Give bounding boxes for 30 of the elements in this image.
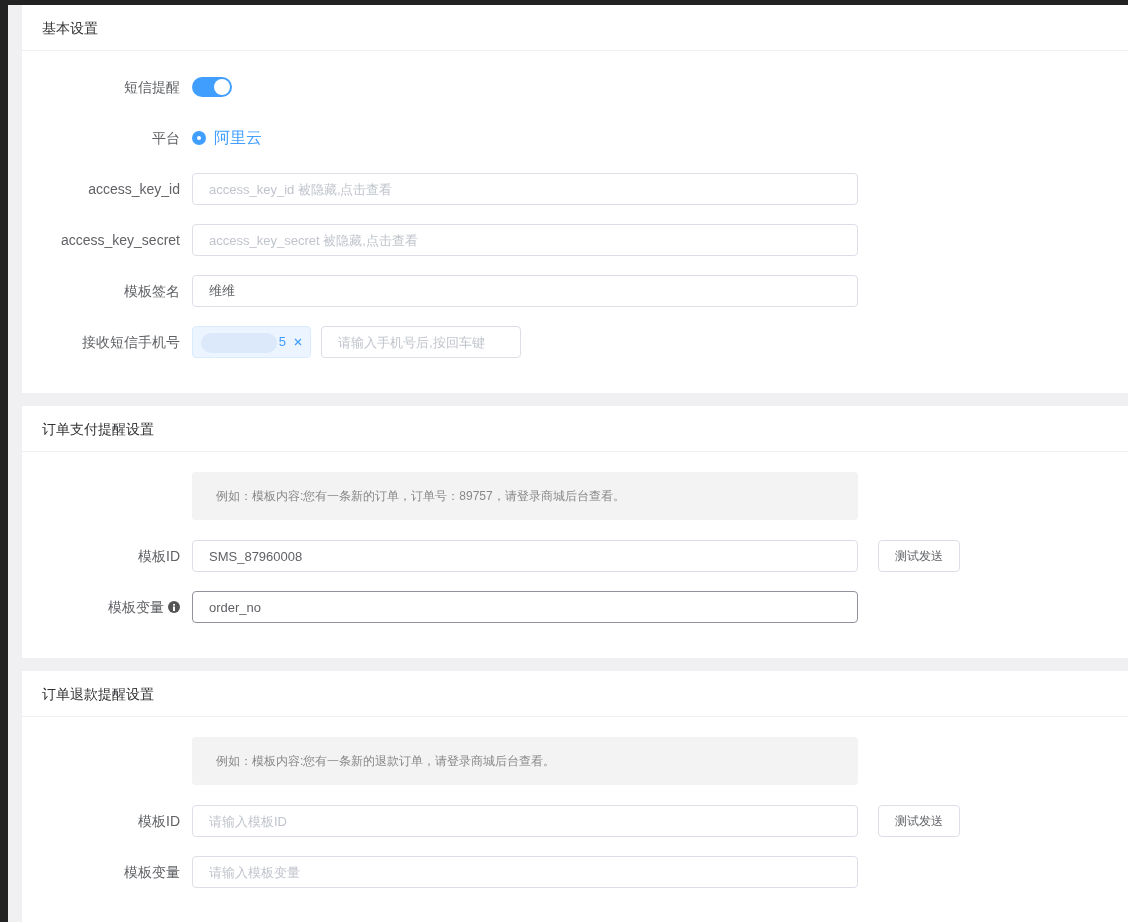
test-send-button[interactable]: 测试发送 bbox=[878, 540, 960, 572]
field-label: 短信提醒 bbox=[124, 78, 180, 97]
close-icon[interactable] bbox=[294, 338, 302, 346]
test-send-button[interactable]: 测试发送 bbox=[878, 805, 960, 837]
radio-button[interactable] bbox=[192, 131, 206, 145]
radio-label: 阿里云 bbox=[214, 128, 262, 148]
text-field[interactable]: SMS_87960008 bbox=[192, 540, 858, 572]
field-label: 模板ID bbox=[138, 812, 180, 831]
example-note: 例如：模板内容:您有一条新的退款订单，请登录商城后台查看。 bbox=[192, 737, 858, 785]
field-label: 接收短信手机号 bbox=[82, 333, 180, 352]
text-field[interactable]: 维维 bbox=[192, 275, 858, 307]
field-label: access_key_id bbox=[88, 180, 180, 199]
field-label: 平台 bbox=[152, 129, 180, 148]
text-field[interactable]: access_key_secret 被隐藏,点击查看 bbox=[192, 224, 858, 256]
section-title: 基本设置 bbox=[42, 18, 98, 38]
field-label: 模板变量 bbox=[124, 863, 180, 882]
text-field[interactable]: 请输入模板变量 bbox=[192, 856, 858, 888]
field-label: access_key_secret bbox=[60, 231, 180, 250]
section-title: 订单退款提醒设置 bbox=[42, 684, 154, 704]
text-field[interactable]: 请输入模板ID bbox=[192, 805, 858, 837]
text-field[interactable]: order_no bbox=[192, 591, 858, 623]
field-label: 模板ID bbox=[138, 547, 180, 566]
text-field[interactable]: access_key_id 被隐藏,点击查看 bbox=[192, 173, 858, 205]
field-label: 模板变量 bbox=[108, 598, 164, 617]
tag-text: 5 bbox=[278, 333, 286, 352]
field-label: 模板签名 bbox=[124, 282, 180, 301]
phone-input-field[interactable]: 请输入手机号后,按回车键 bbox=[321, 326, 521, 358]
section-title: 订单支付提醒设置 bbox=[42, 419, 154, 439]
toggle-switch[interactable] bbox=[192, 77, 232, 97]
example-note: 例如：模板内容:您有一条新的订单，订单号：89757，请登录商城后台查看。 bbox=[192, 472, 858, 520]
